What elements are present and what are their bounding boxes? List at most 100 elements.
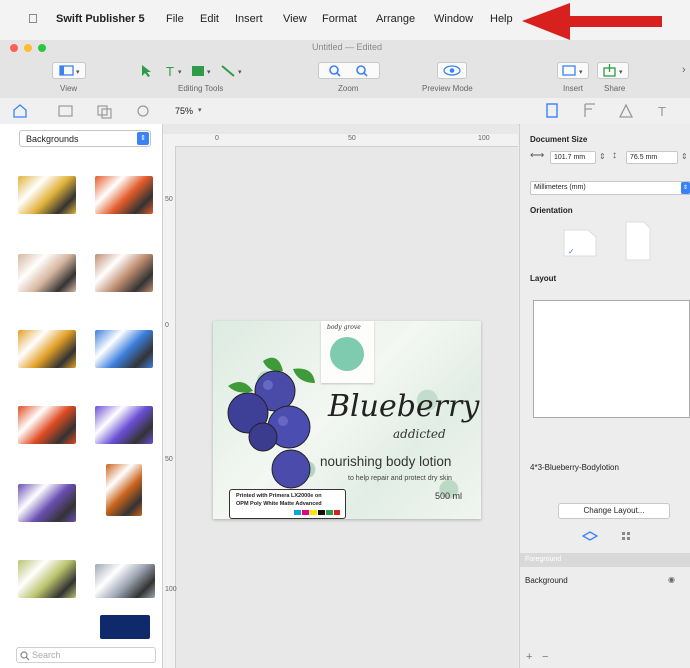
svg-text:▾: ▾ (619, 69, 623, 76)
menu-bar:  Swift Publisher 5 File Edit Insert Vie… (0, 0, 690, 40)
blueberries-illustration (227, 357, 315, 489)
width-stepper-icon[interactable]: ⇕ (599, 152, 606, 161)
remove-layer-button[interactable]: − (542, 651, 548, 663)
text-tab-icon[interactable]: T (658, 104, 666, 119)
width-field[interactable]: 101.7 mm (550, 151, 596, 164)
background-thumbnail[interactable] (18, 254, 76, 292)
red-arrow-annotation (522, 3, 662, 40)
close-window-button[interactable] (10, 44, 18, 52)
layers-header-row[interactable]: Foreground (520, 553, 690, 567)
zoom-buttons[interactable] (318, 62, 380, 79)
category-select[interactable]: Backgrounds ⇕ (19, 130, 151, 147)
layer-row[interactable]: Background ◉ (520, 574, 690, 588)
layout-heading: Layout (530, 274, 557, 283)
home-tab-icon[interactable] (13, 104, 27, 118)
background-thumbnail[interactable] (18, 406, 76, 444)
background-thumbnail[interactable] (18, 330, 76, 368)
add-layer-button[interactable]: + (526, 651, 532, 663)
library-sidebar: Backgrounds ⇕ Search (0, 124, 163, 668)
units-value: Millimeters (mm) (534, 184, 586, 191)
zoom-window-button[interactable] (38, 44, 46, 52)
background-thumbnail[interactable] (95, 564, 155, 598)
ruler-tick-label: 100 (478, 135, 490, 142)
document-tab-icon[interactable] (546, 103, 558, 118)
eye-icon[interactable]: ◉ (668, 575, 675, 584)
ruler-tick-label: 0 (215, 135, 219, 142)
ruler-tick-label: 0 (165, 322, 169, 329)
apple-icon[interactable]:  (28, 11, 38, 26)
orientation-options: ✓ (563, 221, 651, 261)
layers-icon[interactable] (581, 531, 599, 541)
clipart-tab-icon[interactable] (137, 105, 149, 117)
logo-circle (330, 337, 364, 371)
background-thumbnail[interactable] (18, 484, 76, 522)
svg-text:▾: ▾ (178, 69, 182, 76)
background-thumbnail[interactable] (95, 406, 153, 444)
menu-help[interactable]: Help (490, 13, 513, 25)
product-name: nourishing body lotion (320, 454, 452, 469)
line-tool-icon[interactable] (221, 65, 235, 77)
chevron-down-icon: ▾ (198, 107, 202, 114)
toolbar-overflow-icon[interactable]: › (682, 64, 686, 76)
share-button[interactable]: ▾ (597, 62, 629, 79)
image-tab-icon[interactable] (58, 105, 73, 117)
menu-window[interactable]: Window (434, 13, 473, 25)
height-stepper-icon[interactable]: ⇕ (681, 152, 688, 161)
canvas-area[interactable]: 0 50 100 50 0 50 100 body grove Blueberr… (163, 124, 518, 668)
color-swatches (294, 510, 340, 515)
layers-tab-icons (581, 531, 630, 541)
menu-app-name[interactable]: Swift Publisher 5 (56, 13, 145, 25)
background-thumbnail[interactable] (95, 330, 153, 368)
product-title: Blueberry (328, 389, 480, 424)
menu-format[interactable]: Format (322, 13, 357, 25)
menu-arrange[interactable]: Arrange (376, 13, 415, 25)
height-field[interactable]: 76.5 mm (626, 151, 678, 164)
shape-tool-icon[interactable] (192, 66, 204, 76)
background-thumbnail[interactable] (95, 254, 153, 292)
units-select[interactable]: Millimeters (mm) ⇕ (530, 181, 690, 195)
menu-edit[interactable]: Edit (200, 13, 219, 25)
vertical-ruler: 50 0 50 100 (163, 146, 177, 668)
preview-mode-button[interactable] (437, 62, 467, 79)
background-thumbnail[interactable] (95, 176, 153, 214)
layer-foreground: Foreground (525, 556, 562, 563)
editing-tools-group: T ▾ ▾ ▾ (130, 62, 274, 79)
background-thumbnail[interactable] (100, 615, 150, 639)
insert-button[interactable]: ▾ (557, 62, 589, 79)
layout-preview (533, 300, 690, 418)
portrait-orientation-icon[interactable] (625, 221, 651, 261)
logo-text: body grove (327, 324, 361, 331)
menu-insert[interactable]: Insert (235, 13, 263, 25)
preview-label: Preview Mode (422, 84, 473, 93)
horizontal-ruler: 0 50 100 (163, 134, 518, 147)
zoom-icons (329, 65, 368, 77)
background-thumbnail[interactable] (18, 176, 76, 214)
sidebar-toggle-icon: ▾ (59, 65, 80, 76)
layout-tab-icon[interactable] (584, 103, 595, 117)
svg-text:▾: ▾ (76, 69, 80, 76)
ruler-tick-label: 50 (165, 456, 173, 463)
background-thumbnail[interactable] (106, 464, 142, 516)
editing-tools-label: Editing Tools (178, 84, 224, 93)
zoom-out-icon[interactable] (329, 65, 339, 75)
zoom-level-select[interactable]: 75% (175, 106, 193, 116)
search-field[interactable]: Search (16, 647, 156, 663)
background-thumbnail[interactable] (18, 560, 76, 598)
change-layout-button[interactable]: Change Layout... (558, 503, 670, 519)
arrange-tab-icon[interactable] (618, 103, 634, 118)
minimize-window-button[interactable] (24, 44, 32, 52)
label-document[interactable]: body grove Blueberry addicted nourishing… (213, 321, 481, 519)
svg-text:✓: ✓ (568, 247, 575, 256)
layer-name: Background (525, 576, 568, 585)
inspector-tab-icons: T (546, 103, 666, 119)
zoom-in-icon[interactable] (356, 65, 366, 75)
menu-view[interactable]: View (283, 13, 307, 25)
arrow-tool-icon[interactable] (142, 65, 151, 77)
text-tool-icon[interactable]: T (166, 64, 174, 79)
share-icon: ▾ (603, 64, 623, 77)
view-button[interactable]: ▾ (52, 62, 86, 79)
search-icon (20, 651, 30, 661)
secondary-bar: 75% ▾ T (0, 98, 690, 125)
insert-icon: ▾ (562, 65, 583, 76)
menu-file[interactable]: File (166, 13, 184, 25)
